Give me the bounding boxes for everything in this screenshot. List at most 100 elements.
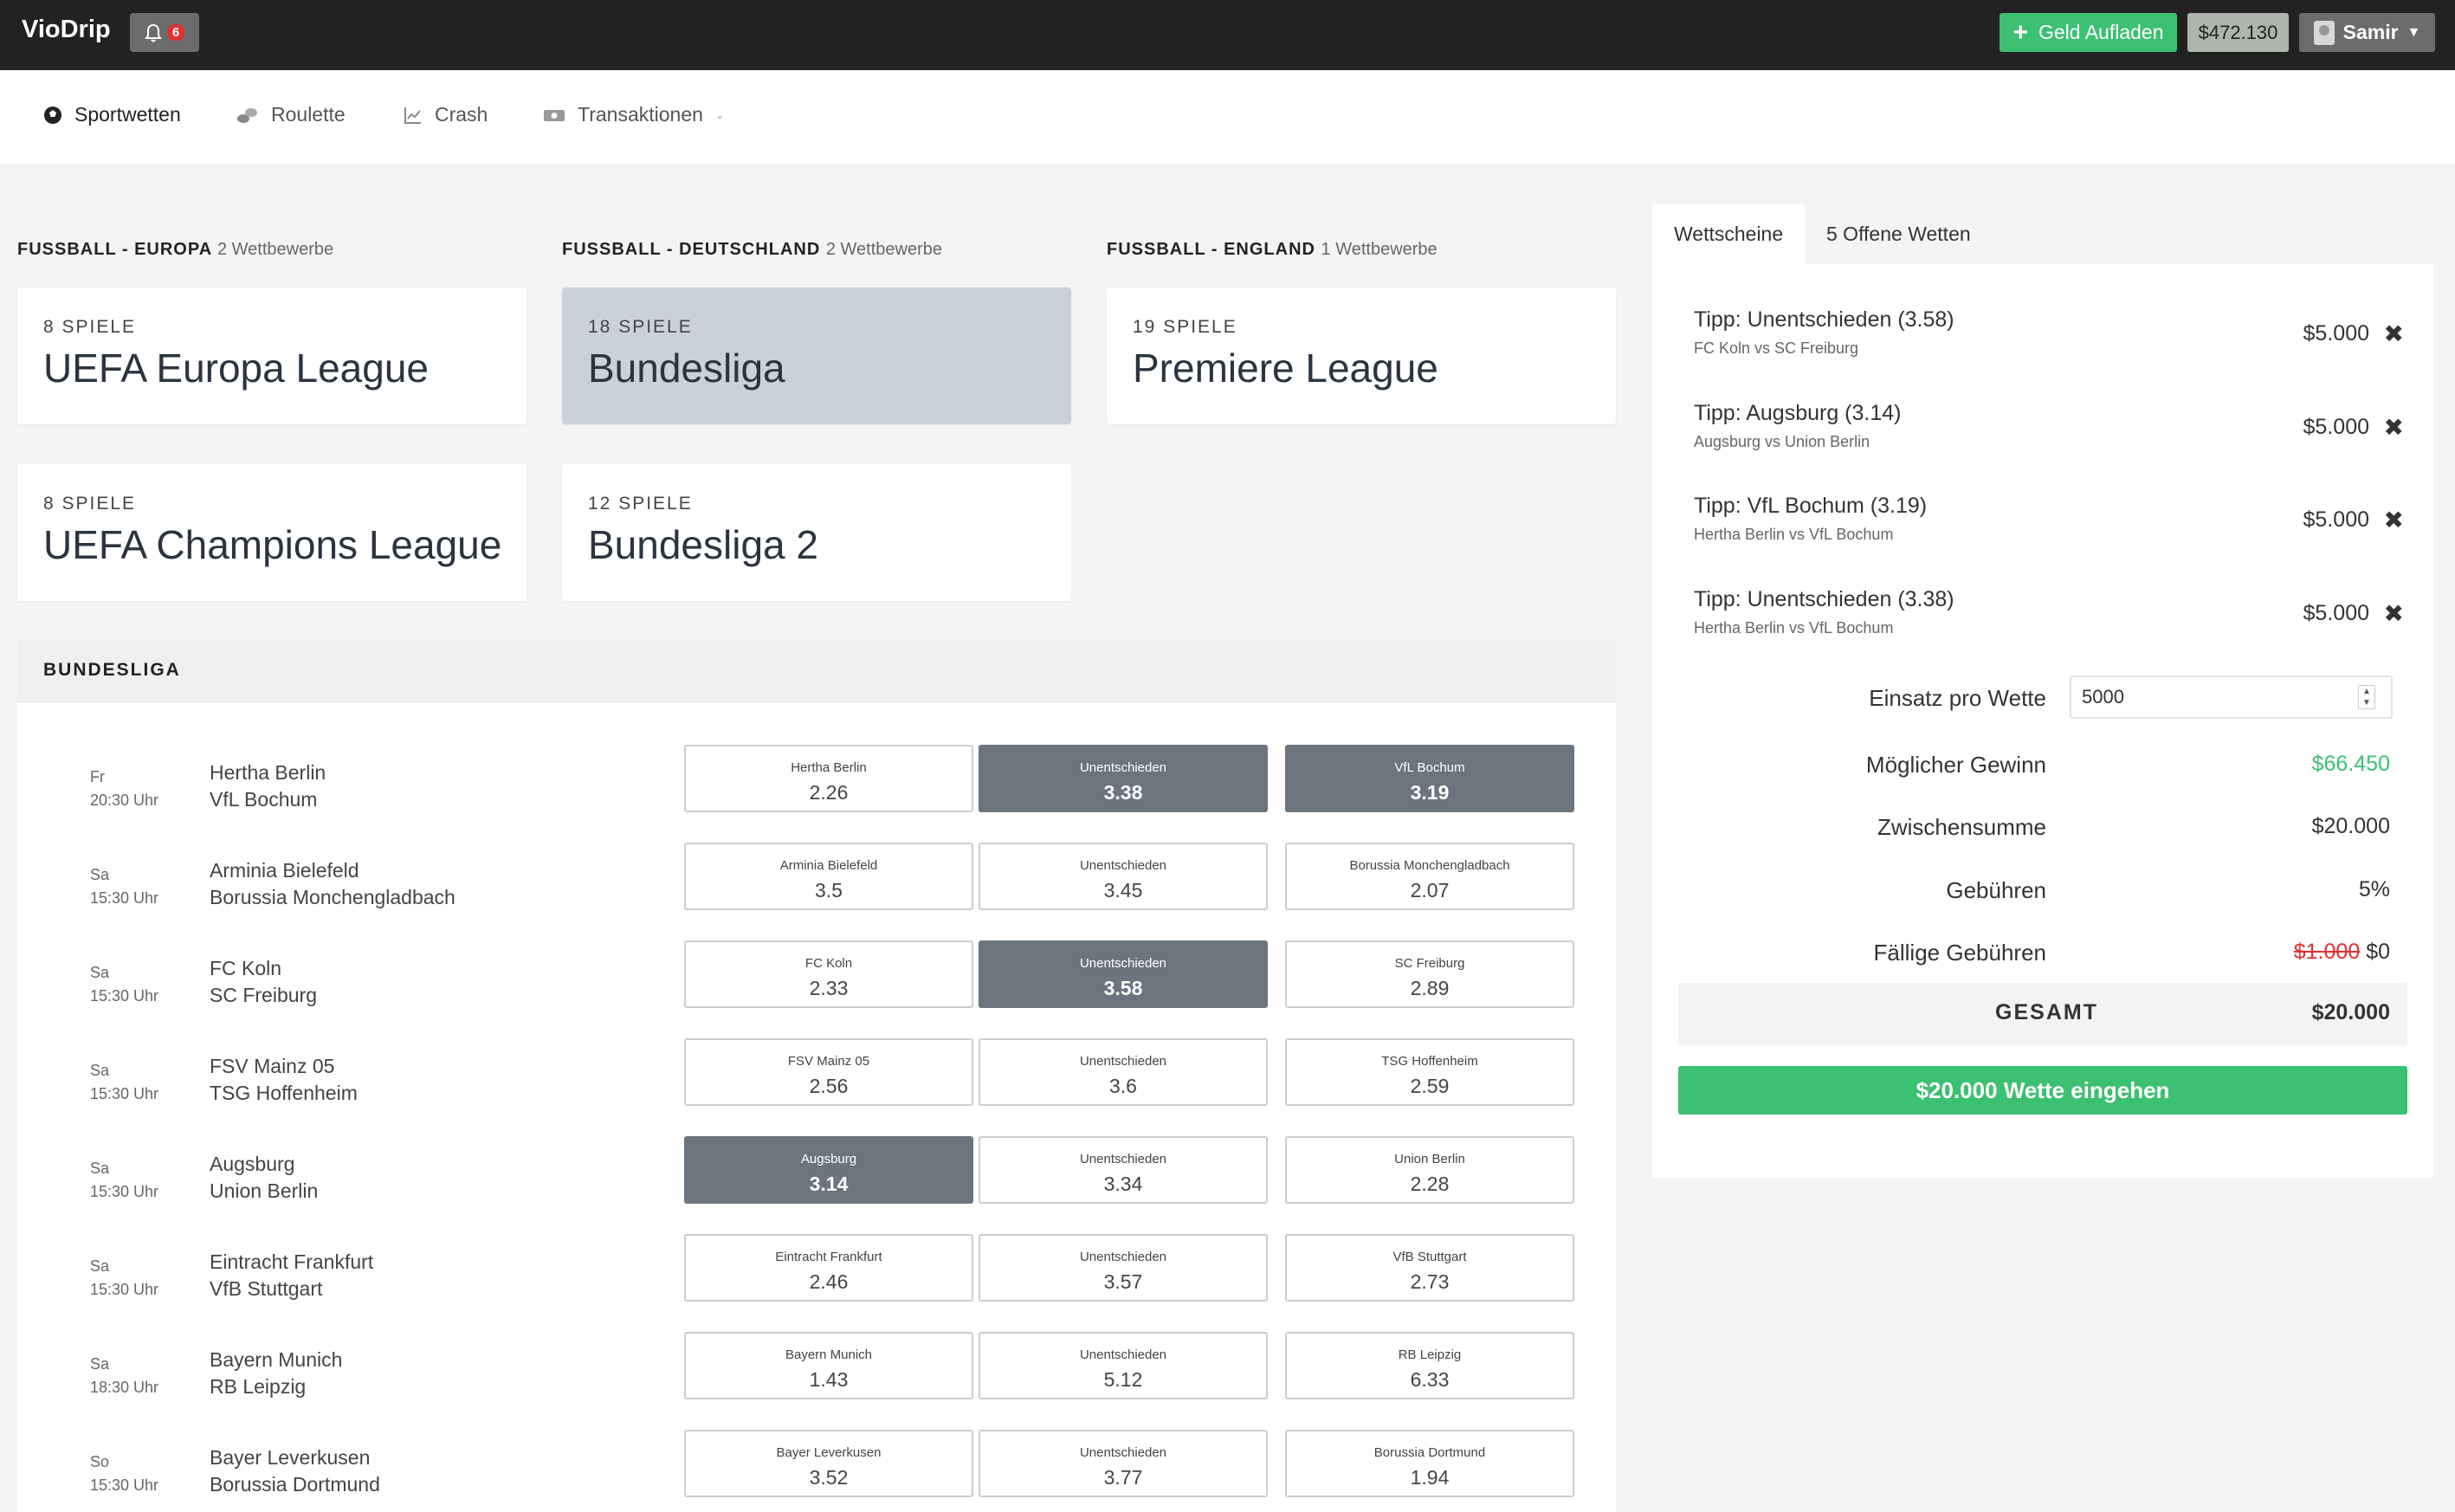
odd-button-draw[interactable]: Unentschieden 3.57	[979, 1234, 1268, 1302]
league-game-count: 8 SPIELE	[43, 494, 137, 514]
league-game-count: 12 SPIELE	[588, 494, 693, 514]
odd-button-home[interactable]: FSV Mainz 05 2.56	[684, 1038, 973, 1106]
win-label: Möglicher Gewinn	[1865, 752, 2046, 778]
stepper-icon[interactable]: ▲ ▼	[2358, 685, 2375, 709]
odd-button-draw[interactable]: Unentschieden 3.6	[979, 1038, 1268, 1106]
bet-tip-item: Tipp: Unentschieden (3.38) Hertha Berlin…	[1694, 587, 2404, 674]
tip-title: Tipp: Augsburg (3.14)	[1694, 401, 1902, 425]
league-game-count: 18 SPIELE	[588, 317, 693, 337]
due-fees-label: Fällige Gebühren	[1873, 940, 2046, 966]
odd-button-draw[interactable]: Unentschieden 3.34	[979, 1136, 1268, 1204]
odd-button-away[interactable]: Borussia Monchengladbach 2.07	[1285, 843, 1574, 910]
odd-button-away[interactable]: VfL Bochum 3.19	[1285, 745, 1574, 812]
user-menu-button[interactable]: Samir ▼	[2299, 13, 2435, 52]
match-row: Fr 20:30 Uhr Hertha Berlin VfL Bochum Hert…	[17, 745, 1616, 843]
nav-item-roulette[interactable]: Roulette	[236, 103, 346, 126]
user-name: Samir	[2342, 21, 2399, 43]
nav-label: Crash	[435, 103, 488, 126]
odd-button-home[interactable]: Eintracht Frankfurt 2.46	[684, 1234, 973, 1302]
match-row: Sa 15:30 Uhr Arminia Bielefeld Borussia Mo…	[17, 843, 1616, 940]
soccer-ball-icon	[44, 106, 61, 124]
chevron-down-icon: ⌄	[714, 107, 725, 121]
tab-offene-wetten[interactable]: 5 Offene Wetten	[1805, 204, 1993, 264]
tip-amount: $5.000	[2303, 507, 2369, 532]
group-subtitle: 2 Wettbewerbe	[216, 240, 334, 259]
tip-match: Augsburg vs Union Berlin	[1694, 433, 1870, 450]
league-card-champions-league[interactable]: 8 SPIELE UEFA Champions League	[17, 464, 527, 601]
league-name: Bundesliga	[588, 346, 785, 391]
balance-display: $472.130	[2187, 13, 2289, 52]
match-time: Sa 15:30 Uhr	[90, 964, 159, 1005]
group-subtitle: 1 Wettbewerbe	[1321, 240, 1437, 259]
add-money-button[interactable]: + Geld Aufladen	[2000, 13, 2177, 52]
brand-logo[interactable]: VioDrip	[22, 16, 111, 44]
odd-button-draw[interactable]: Unentschieden 5.12	[979, 1332, 1268, 1399]
odd-button-home[interactable]: FC Koln 2.33	[684, 940, 973, 1008]
match-row: Sa 15:30 Uhr Augsburg Union Berlin Augsbur…	[17, 1136, 1616, 1234]
tip-title: Tipp: Unentschieden (3.38)	[1694, 587, 1954, 611]
match-row: Sa 15:30 Uhr FC Koln SC Freiburg FC Koln 2.…	[17, 940, 1616, 1038]
odd-button-away[interactable]: Borussia Dortmund 1.94	[1285, 1430, 1574, 1497]
group-title-england: FUSSBALL - ENGLAND 1 Wettbewerbe	[1107, 240, 1437, 260]
bet-slip-tabs: Wettscheine 5 Offene Wetten	[1652, 204, 2433, 264]
nav-item-crash[interactable]: Crash	[404, 103, 488, 126]
selected-league-header: BUNDESLIGA	[17, 641, 1616, 703]
fees-value: 5%	[2358, 877, 2390, 901]
nav-item-transaktionen[interactable]: Transaktionen ⌄	[543, 103, 725, 126]
add-money-label: Geld Aufladen	[2038, 21, 2164, 43]
odd-button-draw[interactable]: Unentschieden 3.58	[979, 940, 1268, 1008]
odd-button-away[interactable]: RB Leipzig 6.33	[1285, 1332, 1574, 1399]
close-icon[interactable]: ✖	[2384, 506, 2404, 534]
group-title-europa: FUSSBALL - EUROPA 2 Wettbewerbe	[17, 240, 333, 260]
close-icon[interactable]: ✖	[2384, 599, 2404, 628]
match-row: Sa 15:30 Uhr Eintracht Frankfurt VfB Stutt…	[17, 1234, 1616, 1332]
match-time: Sa 15:30 Uhr	[90, 866, 159, 907]
subtotal-value: $20.000	[2311, 814, 2390, 838]
chart-icon	[404, 107, 421, 124]
money-icon	[544, 109, 565, 121]
stake-input[interactable]	[2070, 675, 2393, 719]
odd-button-home[interactable]: Arminia Bielefeld 3.5	[684, 843, 973, 910]
nav-item-sportwetten[interactable]: Sportwetten	[43, 103, 181, 126]
match-teams: Bayer Leverkusen Borussia Dortmund	[210, 1446, 380, 1496]
match-list: Fr 20:30 Uhr Hertha Berlin VfL Bochum Hert…	[17, 703, 1616, 1512]
league-card-europa-league[interactable]: 8 SPIELE UEFA Europa League	[17, 288, 527, 424]
tip-amount: $5.000	[2303, 321, 2369, 346]
bet-tip-item: Tipp: Augsburg (3.14) Augsburg vs Union …	[1694, 401, 2404, 488]
tip-match: Hertha Berlin vs VfL Bochum	[1694, 526, 1894, 543]
league-card-bundesliga-2[interactable]: 12 SPIELE Bundesliga 2	[562, 464, 1071, 601]
odd-button-draw[interactable]: Unentschieden 3.45	[979, 843, 1268, 910]
odd-button-draw[interactable]: Unentschieden 3.77	[979, 1430, 1268, 1497]
odd-button-away[interactable]: SC Freiburg 2.89	[1285, 940, 1574, 1008]
odd-button-away[interactable]: Union Berlin 2.28	[1285, 1136, 1574, 1204]
subtotal-label: Zwischensumme	[1877, 814, 2046, 840]
odd-button-home[interactable]: Augsburg 3.14	[684, 1136, 973, 1204]
nav-label: Transaktionen	[578, 103, 703, 126]
bet-tip-item: Tipp: Unentschieden (3.58) FC Koln vs SC…	[1694, 307, 2404, 394]
tab-wettscheine[interactable]: Wettscheine	[1652, 204, 1806, 264]
odd-button-home[interactable]: Hertha Berlin 2.26	[684, 745, 973, 812]
league-card-premiere-league[interactable]: 19 SPIELE Premiere League	[1107, 288, 1616, 424]
odd-button-home[interactable]: Bayer Leverkusen 3.52	[684, 1430, 973, 1497]
league-name: UEFA Champions League	[43, 522, 502, 567]
total-label: GESAMT	[1995, 1000, 2098, 1024]
plus-icon: +	[2012, 17, 2028, 47]
league-card-bundesliga[interactable]: 18 SPIELE Bundesliga	[562, 288, 1071, 424]
place-bet-button[interactable]: $20.000 Wette eingehen	[1678, 1066, 2407, 1115]
league-game-count: 19 SPIELE	[1133, 317, 1237, 337]
odd-button-away[interactable]: VfB Stuttgart 2.73	[1285, 1234, 1574, 1302]
close-icon[interactable]: ✖	[2384, 320, 2404, 348]
match-teams: FC Koln SC Freiburg	[210, 957, 317, 1006]
main-nav: Sportwetten Roulette Crash Transaktionen…	[0, 70, 2455, 164]
tip-match: Hertha Berlin vs VfL Bochum	[1694, 619, 1894, 636]
match-teams: Eintracht Frankfurt VfB Stuttgart	[210, 1250, 374, 1300]
match-time: Fr 20:30 Uhr	[90, 768, 159, 809]
odd-button-draw[interactable]: Unentschieden 3.38	[979, 745, 1268, 812]
notifications-button[interactable]: 6	[130, 13, 199, 52]
due-fees-old: $1.000	[2293, 940, 2361, 964]
odd-button-away[interactable]: TSG Hoffenheim 2.59	[1285, 1038, 1574, 1106]
close-icon[interactable]: ✖	[2384, 413, 2404, 442]
odd-button-home[interactable]: Bayern Munich 1.43	[684, 1332, 973, 1399]
tip-amount: $5.000	[2303, 415, 2369, 439]
notifications-badge: 6	[166, 24, 185, 41]
